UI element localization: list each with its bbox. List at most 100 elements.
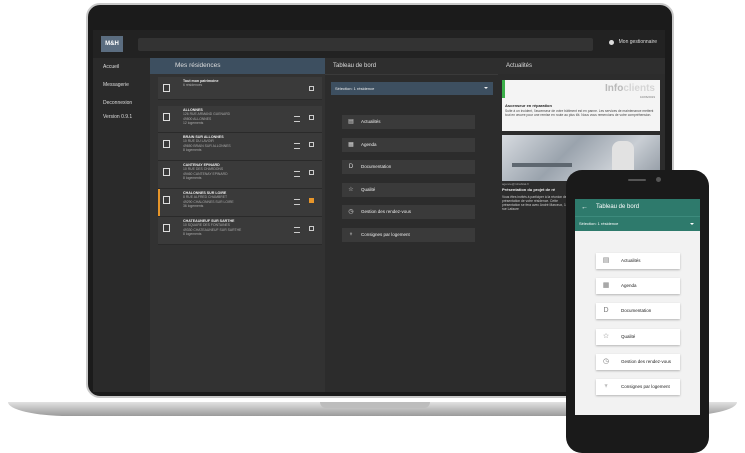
phone-actualites-button[interactable]: ▤ Actualités bbox=[596, 253, 680, 269]
residence-checkbox-checked[interactable] bbox=[309, 198, 314, 203]
search-bar[interactable] bbox=[138, 38, 593, 51]
documentation-button[interactable]: D Documentation bbox=[342, 160, 475, 174]
document-icon: D bbox=[348, 164, 354, 170]
photo-detail bbox=[512, 163, 572, 167]
chevron-down-icon bbox=[484, 87, 488, 89]
news2-body: Vous êtes invités à participer à la réun… bbox=[502, 195, 570, 211]
button-label: Consignes par logement bbox=[621, 384, 670, 389]
user-icon bbox=[608, 39, 614, 45]
residence-count: 12 logements bbox=[183, 120, 204, 125]
version-label: Version 0.9.1 bbox=[103, 114, 133, 120]
photo-detail bbox=[612, 141, 634, 171]
news-header: Actualités bbox=[498, 58, 665, 74]
button-label: Qualité bbox=[621, 334, 636, 339]
selection-label: Sélection: 1 résidence bbox=[335, 86, 375, 91]
residence-checkbox[interactable] bbox=[309, 226, 314, 231]
residence-address: 10 RUE DES CHARDONS bbox=[183, 167, 224, 172]
button-label: Consignes par logement bbox=[361, 232, 410, 237]
dashboard-panel: Tableau de bord Sélection: 1 résidence ▤… bbox=[325, 58, 498, 392]
agenda-button[interactable]: ▦ Agenda bbox=[342, 138, 475, 152]
selection-accent bbox=[158, 189, 160, 216]
phone-consignes-button[interactable]: ♆ Consignes par logement bbox=[596, 379, 680, 395]
button-label: Qualité bbox=[361, 187, 376, 192]
list-icon[interactable] bbox=[294, 199, 300, 205]
button-label: Actualités bbox=[361, 119, 381, 124]
button-label: Agenda bbox=[361, 142, 377, 147]
list-icon[interactable] bbox=[294, 171, 300, 177]
button-label: Documentation bbox=[621, 308, 652, 313]
button-label: Gestion des rendez-vous bbox=[621, 359, 672, 364]
dashboard-header: Tableau de bord bbox=[325, 58, 498, 75]
qualite-button[interactable]: ☆ Qualité bbox=[342, 183, 475, 197]
phone-selection-dropdown[interactable]: Sélection: 1 résidence bbox=[575, 216, 700, 231]
clock-icon: ◷ bbox=[348, 209, 354, 215]
button-label: Documentation bbox=[361, 164, 392, 169]
building-icon bbox=[163, 140, 170, 148]
phone-selection-label: Sélection: 1 résidence bbox=[579, 221, 619, 226]
building-icon bbox=[163, 196, 170, 204]
sidebar-item-deconnexion[interactable]: Deconnexion bbox=[93, 94, 150, 112]
chevron-down-icon bbox=[690, 223, 694, 225]
residence-all-checkbox[interactable] bbox=[309, 86, 314, 91]
clock-icon: ◷ bbox=[602, 358, 610, 365]
top-bar: M&H Mon gestionnaire bbox=[93, 30, 665, 58]
residence-count: 8 logements bbox=[183, 147, 202, 152]
newspaper-icon: ▤ bbox=[602, 257, 610, 264]
residence-count: 36 logements bbox=[183, 203, 204, 208]
lightbulb-icon: ♆ bbox=[348, 232, 354, 238]
infoclients-logo: Infoclients bbox=[604, 83, 655, 94]
user-menu[interactable]: Mon gestionnaire bbox=[608, 39, 657, 45]
star-icon: ☆ bbox=[348, 187, 354, 193]
list-icon[interactable] bbox=[294, 227, 300, 233]
button-label: Actualités bbox=[621, 258, 641, 263]
building-icon bbox=[163, 84, 170, 92]
residence-checkbox[interactable] bbox=[309, 170, 314, 175]
residence-row[interactable]: BRAIN SUR ALLONNES 10 RUE DU LAVOIR 4965… bbox=[158, 133, 322, 161]
news2-title: Présentation du projet de ré bbox=[502, 187, 556, 192]
rendez-vous-button[interactable]: ◷ Gestion des rendez-vous bbox=[342, 205, 475, 219]
user-label: Mon gestionnaire bbox=[618, 39, 657, 45]
residence-row[interactable]: CANTENAY EPINARD 10 RUE DES CHARDONS 494… bbox=[158, 161, 322, 189]
button-label: Agenda bbox=[621, 283, 637, 288]
phone-title: Tableau de bord bbox=[596, 204, 640, 210]
calendar-icon: ▦ bbox=[602, 282, 610, 289]
residence-row-selected[interactable]: CHALONNES SUR LOIRE 8 RUE ALFRED CHAMBRE… bbox=[158, 189, 322, 217]
sidebar-item-messagerie[interactable]: Messagerie bbox=[93, 76, 150, 94]
residence-row[interactable]: CHATEAUNEUF SUR SARTHE 10 SQUARE DES FON… bbox=[158, 217, 322, 245]
back-arrow-icon[interactable]: ← bbox=[581, 199, 588, 216]
app-logo: M&H bbox=[101, 36, 123, 52]
calendar-icon: ▦ bbox=[348, 142, 354, 148]
list-icon[interactable] bbox=[294, 116, 300, 122]
lightbulb-icon: ♆ bbox=[603, 383, 609, 390]
residences-header: Mes résidences bbox=[150, 58, 325, 74]
news-title: Ascenseur en réparation bbox=[505, 103, 552, 108]
newspaper-icon: ▤ bbox=[348, 119, 354, 125]
residence-checkbox[interactable] bbox=[309, 115, 314, 120]
phone-qualite-button[interactable]: ☆ Qualité bbox=[596, 329, 680, 345]
document-icon: D bbox=[603, 307, 609, 314]
residence-all-count: 6 résidences bbox=[183, 83, 203, 88]
phone-bezel-bottom bbox=[575, 420, 700, 446]
list-icon[interactable] bbox=[294, 143, 300, 149]
phone-documentation-button[interactable]: D Documentation bbox=[596, 303, 680, 319]
consignes-button[interactable]: ♆ Consignes par logement bbox=[342, 228, 475, 242]
phone-rendez-vous-button[interactable]: ◷ Gestion des rendez-vous bbox=[596, 354, 680, 370]
residence-all[interactable]: Tout mon patrimoine 6 résidences bbox=[158, 77, 322, 100]
building-icon bbox=[163, 224, 170, 232]
residence-checkbox[interactable] bbox=[309, 142, 314, 147]
phone-speaker bbox=[628, 179, 646, 181]
sidebar: Accueil Messagerie Deconnexion Version 0… bbox=[93, 58, 150, 392]
news2-meta: agence@mhabitat.fr bbox=[502, 182, 530, 186]
news-card[interactable]: Infoclients 10/06/2019 Ascenseur en répa… bbox=[502, 80, 660, 131]
actualites-button[interactable]: ▤ Actualités bbox=[342, 115, 475, 129]
laptop-notch bbox=[320, 402, 430, 408]
selection-dropdown[interactable]: Sélection: 1 résidence bbox=[331, 82, 493, 95]
residence-count: 8 logements bbox=[183, 231, 202, 236]
building-icon bbox=[163, 113, 170, 121]
residence-row[interactable]: ALLONNES 126 RUE ARMAND GUENARD 49800 AL… bbox=[158, 106, 322, 133]
sidebar-item-accueil[interactable]: Accueil bbox=[93, 58, 150, 76]
phone-camera bbox=[656, 177, 661, 182]
residences-panel: Mes résidences Tout mon patrimoine 6 rés… bbox=[150, 58, 325, 392]
phone-agenda-button[interactable]: ▦ Agenda bbox=[596, 278, 680, 294]
phone-screen: ← Tableau de bord Sélection: 1 résidence… bbox=[575, 199, 700, 415]
